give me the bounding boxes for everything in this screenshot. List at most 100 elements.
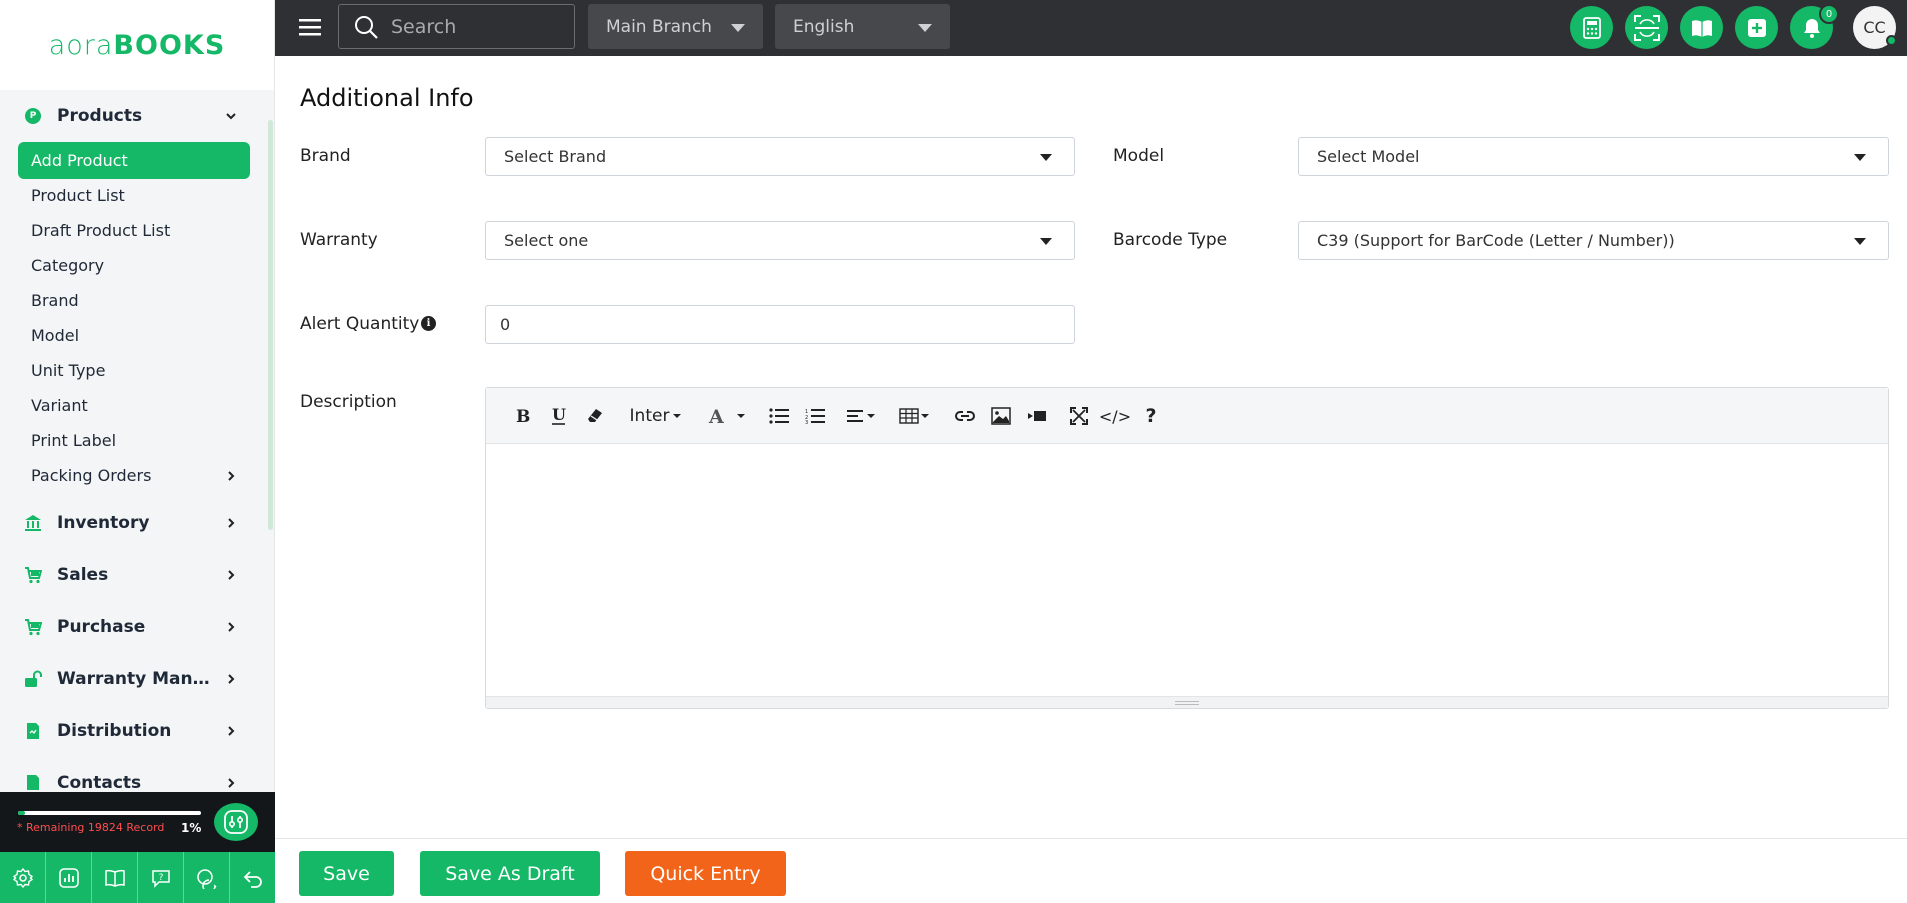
sidebar-group-label: Products [57, 106, 143, 126]
sidebar-group-purchase[interactable]: Purchase [0, 601, 268, 653]
sidebar-item-model[interactable]: Model [18, 318, 250, 353]
sidebar-group-contacts[interactable]: Contacts [0, 757, 268, 790]
bold-button[interactable]: B [510, 402, 536, 430]
settings-button[interactable] [0, 852, 46, 903]
model-select-value: Select Model [1317, 147, 1420, 166]
sidebar-item-draft-product-list[interactable]: Draft Product List [18, 213, 250, 248]
paragraph-align-button[interactable] [844, 402, 878, 430]
font-color-dropdown[interactable] [734, 402, 748, 430]
guide-book-button[interactable] [1680, 6, 1723, 49]
help-button[interactable]: ? [138, 852, 184, 903]
sidebar-item-brand[interactable]: Brand [18, 283, 250, 318]
editor-resize-handle[interactable] [486, 696, 1888, 708]
warranty-select[interactable]: Select one [485, 221, 1075, 260]
chevron-right-icon [228, 622, 235, 632]
sidebar: aoraBOOKS P Products Add Product Product… [0, 0, 275, 903]
caret-down-icon [673, 414, 682, 418]
insert-image-button[interactable] [988, 402, 1014, 430]
font-family-button[interactable]: Inter [628, 402, 684, 430]
svg-text:B: B [516, 407, 530, 425]
brand-select-value: Select Brand [504, 147, 607, 166]
sidebar-group-warranty-management[interactable]: Warranty Manage... [0, 653, 268, 705]
upgrade-plan-button[interactable] [214, 803, 258, 841]
sidebar-scrollbar[interactable] [268, 120, 273, 530]
back-button[interactable] [230, 852, 275, 903]
table-icon [899, 408, 929, 424]
sidebar-group-inventory[interactable]: Inventory [0, 497, 268, 549]
search-input[interactable] [391, 15, 551, 38]
insert-video-button[interactable] [1024, 402, 1050, 430]
sidebar-group-label: Sales [57, 565, 109, 585]
brand-select[interactable]: Select Brand [485, 137, 1075, 176]
main-content: Additional Info Brand Select Brand Model… [275, 56, 1907, 838]
save-as-draft-button[interactable]: Save As Draft [420, 851, 600, 896]
insert-link-button[interactable] [952, 402, 978, 430]
app-logo[interactable]: aoraBOOKS [49, 30, 226, 61]
sidebar-item-product-list[interactable]: Product List [18, 178, 250, 213]
help-icon: ? [151, 869, 170, 888]
model-select[interactable]: Select Model [1298, 137, 1889, 176]
ordered-list-button[interactable]: 123 [802, 402, 828, 430]
numbered-list-icon: 123 [805, 409, 825, 424]
branch-select-value: Main Branch [606, 16, 712, 37]
clear-format-button[interactable] [582, 402, 608, 430]
fullscreen-icon [1070, 407, 1088, 425]
chart-icon [58, 867, 79, 888]
notifications-button[interactable]: 0 [1790, 4, 1839, 49]
sidebar-item-print-label[interactable]: Print Label [18, 423, 250, 458]
sidebar-item-label: Brand [31, 291, 79, 310]
sidebar-item-label: Category [31, 256, 105, 275]
sidebar-item-packing-orders[interactable]: Packing Orders [18, 458, 250, 493]
barcode-type-select[interactable]: C39 (Support for BarCode (Letter / Numbe… [1298, 221, 1889, 260]
save-button[interactable]: Save [299, 851, 394, 896]
sidebar-item-label: Unit Type [31, 361, 106, 380]
sidebar-group-sales[interactable]: Sales [0, 549, 268, 601]
sidebar-item-label: Packing Orders [31, 466, 152, 485]
logo-text-part2: BOOKS [113, 29, 226, 61]
hamburger-menu-icon[interactable] [299, 17, 321, 37]
section-title: Additional Info [300, 84, 474, 112]
alert-quantity-input[interactable] [485, 305, 1075, 344]
align-left-icon [847, 410, 875, 422]
chat-button[interactable] [184, 852, 230, 903]
quick-add-button[interactable] [1735, 6, 1778, 49]
font-color-button[interactable]: A [704, 402, 730, 430]
description-textarea[interactable] [486, 444, 1888, 696]
guide-button[interactable] [92, 852, 138, 903]
sidebar-item-unit-type[interactable]: Unit Type [18, 353, 250, 388]
branch-select[interactable]: Main Branch [588, 4, 763, 49]
unordered-list-button[interactable] [766, 402, 792, 430]
sidebar-group-label: Contacts [57, 773, 142, 790]
record-percent-text: 1% [181, 821, 202, 835]
back-icon [243, 870, 262, 888]
search-box[interactable] [338, 4, 575, 49]
caret-down-icon [1040, 238, 1052, 245]
adjustments-icon [224, 810, 248, 834]
underline-button[interactable]: U [546, 402, 572, 430]
fullscreen-button[interactable] [1066, 402, 1092, 430]
scan-button[interactable] [1625, 6, 1668, 49]
sidebar-item-label: Product List [31, 186, 125, 205]
model-label: Model [1113, 146, 1165, 166]
quick-entry-button[interactable]: Quick Entry [625, 851, 786, 896]
sidebar-item-variant[interactable]: Variant [18, 388, 250, 423]
chevron-right-icon [228, 518, 235, 528]
sidebar-item-category[interactable]: Category [18, 248, 250, 283]
sidebar-item-label: Model [31, 326, 80, 345]
chat-icon [196, 868, 217, 889]
info-icon[interactable]: i [421, 316, 436, 331]
calculator-button[interactable] [1570, 6, 1613, 49]
form-footer: Save Save As Draft Quick Entry [275, 838, 1907, 903]
sidebar-group-products[interactable]: P Products [0, 90, 268, 142]
table-button[interactable] [896, 402, 932, 430]
image-icon [991, 407, 1011, 425]
sidebar-item-add-product[interactable]: Add Product [18, 142, 250, 179]
editor-help-button[interactable]: ? [1138, 402, 1164, 430]
reports-button[interactable] [46, 852, 92, 903]
sidebar-group-distribution[interactable]: Distribution [0, 705, 268, 757]
chevron-down-icon [226, 113, 236, 120]
code-view-button[interactable]: </> [1098, 402, 1132, 430]
description-editor: B U Inter A 123 </> ? [485, 387, 1889, 709]
user-avatar[interactable]: CC [1853, 6, 1897, 49]
language-select[interactable]: English [775, 4, 950, 49]
